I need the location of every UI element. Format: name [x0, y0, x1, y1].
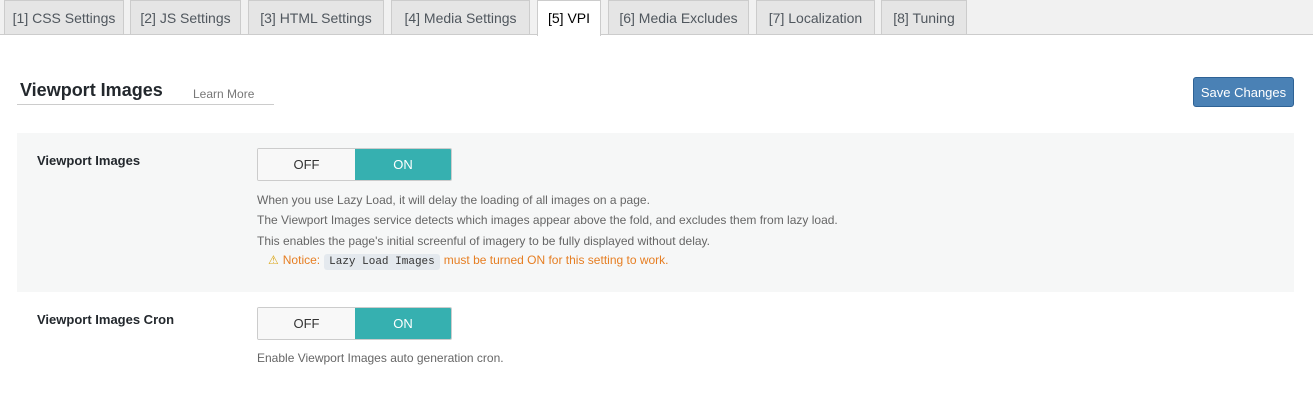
- tab-localization[interactable]: [7] Localization: [756, 0, 875, 34]
- warning-icon: ⚠: [268, 253, 279, 267]
- viewport-images-toggle[interactable]: OFF ON: [257, 148, 452, 181]
- tab-tuning[interactable]: [8] Tuning: [881, 0, 967, 34]
- tab-vpi[interactable]: [5] VPI: [537, 0, 601, 36]
- viewport-images-description-1: When you use Lazy Load, it will delay th…: [257, 193, 650, 207]
- toggle-off-option[interactable]: OFF: [258, 308, 356, 339]
- viewport-images-cron-label: Viewport Images Cron: [37, 312, 175, 327]
- tab-media-excludes[interactable]: [6] Media Excludes: [608, 0, 749, 34]
- settings-tab-bar: [1] CSS Settings [2] JS Settings [3] HTM…: [0, 0, 1313, 36]
- viewport-images-description-3: This enables the page's initial screenfu…: [257, 234, 710, 248]
- notice-prefix: Notice:: [282, 253, 321, 267]
- toggle-on-option[interactable]: ON: [355, 308, 451, 339]
- toggle-on-option[interactable]: ON: [355, 149, 451, 180]
- save-changes-button[interactable]: Save Changes: [1193, 77, 1294, 107]
- toggle-off-option[interactable]: OFF: [258, 149, 356, 180]
- section-title: Viewport Images: [20, 80, 163, 100]
- title-divider: [17, 104, 274, 105]
- tab-css-settings[interactable]: [1] CSS Settings: [4, 0, 124, 34]
- viewport-images-cron-description: Enable Viewport Images auto generation c…: [257, 351, 504, 365]
- learn-more-link[interactable]: Learn More: [193, 87, 254, 101]
- tab-js-settings[interactable]: [2] JS Settings: [130, 0, 241, 34]
- notice-code: Lazy Load Images: [324, 254, 440, 270]
- viewport-images-label: Viewport Images: [37, 153, 141, 168]
- notice-message: ⚠ Notice: Lazy Load Images must be turned O…: [268, 253, 669, 270]
- viewport-images-description-2: The Viewport Images service detects whic…: [257, 213, 838, 227]
- tab-html-settings[interactable]: [3] HTML Settings: [248, 0, 384, 34]
- tab-media-settings[interactable]: [4] Media Settings: [391, 0, 530, 34]
- viewport-images-cron-toggle[interactable]: OFF ON: [257, 307, 452, 340]
- notice-suffix: must be turned ON for this setting to wo…: [443, 253, 669, 267]
